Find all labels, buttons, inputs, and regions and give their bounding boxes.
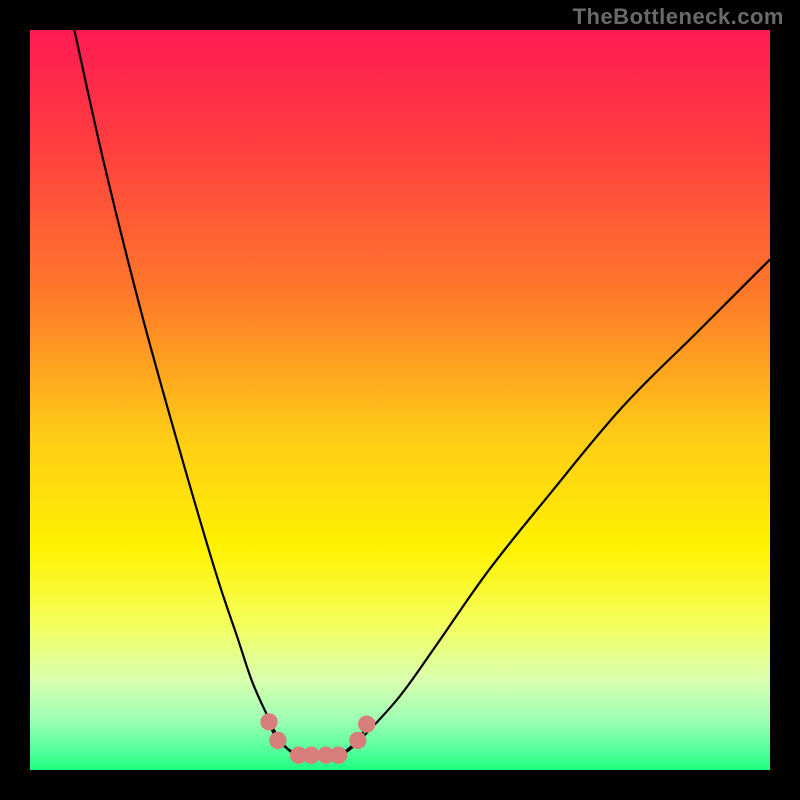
chart-frame: TheBottleneck.com xyxy=(0,0,800,800)
plot-area xyxy=(30,30,770,770)
series-left-curve xyxy=(74,30,307,755)
marker-point xyxy=(270,732,286,748)
series-right-curve xyxy=(330,259,770,755)
curve-layer xyxy=(30,30,770,770)
watermark-text: TheBottleneck.com xyxy=(573,4,784,30)
highlight-markers xyxy=(261,714,375,764)
marker-point xyxy=(359,716,375,732)
curves xyxy=(74,30,770,755)
marker-point xyxy=(350,732,366,748)
marker-point xyxy=(303,747,319,763)
marker-point xyxy=(261,714,277,730)
marker-point xyxy=(330,747,346,763)
